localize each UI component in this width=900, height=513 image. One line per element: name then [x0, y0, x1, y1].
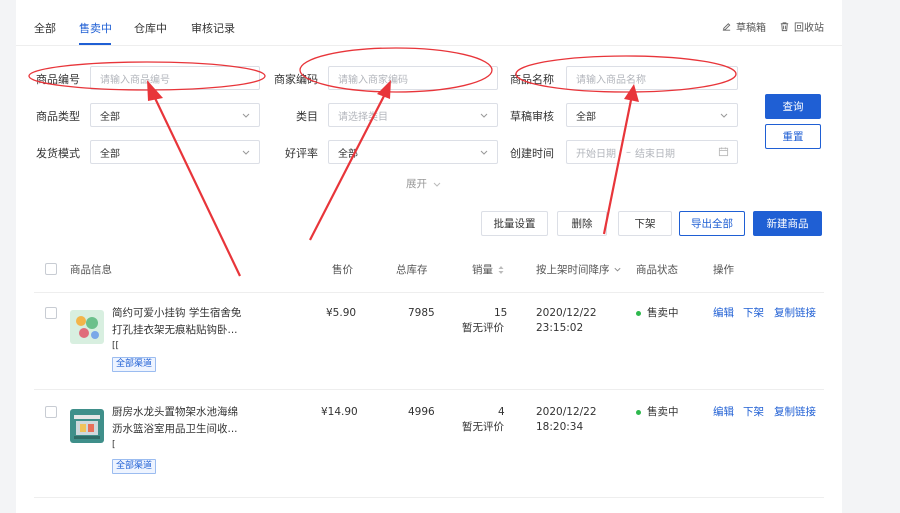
- draft-review-label: 草稿审核: [510, 110, 554, 123]
- category-label: 类目: [296, 110, 318, 123]
- draft-review-select[interactable]: 全部: [566, 103, 738, 127]
- product-thumbnail: [70, 310, 104, 344]
- expand-label: 展开: [406, 178, 427, 190]
- delete-button[interactable]: 删除: [557, 211, 607, 236]
- merchant-code-input[interactable]: 请输入商家编码: [328, 66, 498, 90]
- calendar-icon: [718, 147, 729, 157]
- column-header-sales[interactable]: 销量: [472, 262, 505, 277]
- status-label: 售卖中: [647, 406, 679, 418]
- merchant-code-label: 商家编码: [274, 73, 318, 86]
- column-header-info: 商品信息: [70, 264, 112, 276]
- reset-button[interactable]: 重置: [765, 124, 821, 149]
- price-value: ¥5.90: [326, 307, 357, 319]
- status-label: 售卖中: [647, 307, 679, 319]
- product-code-input[interactable]: 请输入商品编号: [90, 66, 260, 90]
- product-title-line1[interactable]: 简约可爱小挂钩 学生宿舍免: [112, 305, 241, 322]
- row-divider: [34, 292, 824, 293]
- offline-link[interactable]: 下架: [743, 404, 764, 419]
- product-type-label: 商品类型: [36, 110, 80, 123]
- chevron-down-icon: [433, 182, 441, 187]
- recycle-bin-label: 回收站: [794, 23, 824, 34]
- edit-link[interactable]: 编辑: [713, 404, 734, 419]
- product-code-label: 商品编号: [36, 73, 80, 86]
- product-title-line2[interactable]: 沥水篮浴室用品卫生间收...: [112, 421, 238, 438]
- row-divider: [34, 389, 824, 390]
- end-date-placeholder: 结束日期: [635, 148, 675, 160]
- new-product-button[interactable]: 新建商品: [753, 211, 822, 236]
- channel-tag: 全部渠道: [112, 357, 157, 372]
- copy-link[interactable]: 复制链接: [774, 404, 816, 419]
- drafts-label: 草稿箱: [736, 23, 766, 34]
- column-header-listed-time[interactable]: 按上架时间降序: [536, 262, 622, 277]
- listed-time-header-label: 按上架时间降序: [536, 264, 610, 276]
- chevron-down-icon: [480, 113, 488, 118]
- listed-time: 23:15:02: [536, 322, 584, 334]
- chevron-down-icon: [242, 150, 250, 155]
- listed-time: 18:20:34: [536, 421, 584, 433]
- product-name-label: 商品名称: [510, 73, 554, 86]
- chevron-down-icon: [613, 267, 621, 272]
- price-value: ¥14.90: [321, 406, 358, 418]
- column-header-stock: 总库存: [396, 264, 428, 276]
- drafts-link[interactable]: 草稿箱: [721, 19, 766, 34]
- chevron-down-icon: [242, 113, 250, 118]
- product-thumbnail: [70, 409, 104, 443]
- date-separator: –: [626, 146, 631, 158]
- product-name-input[interactable]: 请输入商品名称: [566, 66, 738, 90]
- batch-offline-button[interactable]: 下架: [618, 211, 672, 236]
- status-dot-icon: [636, 409, 641, 415]
- rating-value: 暂无评价: [462, 322, 504, 334]
- recycle-bin-link[interactable]: 回收站: [779, 19, 824, 34]
- channel-tag: 全部渠道: [112, 459, 157, 474]
- row-checkbox[interactable]: [45, 307, 57, 319]
- start-date-placeholder: 开始日期: [576, 148, 616, 160]
- column-header-price: 售价: [332, 264, 353, 276]
- tab-review-records[interactable]: 审核记录: [191, 20, 235, 36]
- status-badge: 售卖中: [636, 305, 679, 322]
- expand-toggle[interactable]: 展开: [406, 176, 442, 191]
- edit-link[interactable]: 编辑: [713, 305, 734, 320]
- export-all-button[interactable]: 导出全部: [679, 211, 745, 236]
- tab-on-sale[interactable]: 售卖中: [79, 20, 112, 36]
- edit-icon: [722, 23, 731, 31]
- copy-link[interactable]: 复制链接: [774, 305, 816, 320]
- tab-divider: [16, 45, 842, 46]
- rating-value: 暂无评价: [462, 421, 504, 433]
- stock-value: 7985: [408, 307, 435, 319]
- rating-select[interactable]: 全部: [328, 140, 498, 164]
- status-badge: 售卖中: [636, 404, 679, 421]
- batch-settings-button[interactable]: 批量设置: [481, 211, 548, 236]
- chevron-down-icon: [480, 150, 488, 155]
- main-panel: 全部 售卖中 仓库中 审核记录 草稿箱 回收站 商品编号 请输入商品编号 商家编…: [16, 0, 842, 513]
- category-select[interactable]: 请选择类目: [328, 103, 498, 127]
- product-type-select[interactable]: 全部: [90, 103, 260, 127]
- created-time-range[interactable]: 开始日期 – 结束日期: [566, 140, 738, 164]
- row-divider: [34, 497, 824, 498]
- created-time-label: 创建时间: [510, 147, 554, 160]
- chevron-down-icon: [720, 113, 728, 118]
- select-all-checkbox[interactable]: [45, 263, 57, 275]
- query-button[interactable]: 查询: [765, 94, 821, 119]
- tab-all[interactable]: 全部: [34, 20, 56, 36]
- product-extra: [[: [112, 341, 120, 351]
- stock-value: 4996: [408, 406, 435, 418]
- product-title-line1[interactable]: 厨房水龙头置物架水池海绵: [112, 404, 238, 421]
- shipping-mode-select[interactable]: 全部: [90, 140, 260, 164]
- trash-icon: [780, 22, 789, 32]
- rating-label: 好评率: [285, 147, 318, 160]
- sort-icon: [498, 265, 504, 274]
- column-header-status: 商品状态: [636, 264, 678, 276]
- row-checkbox[interactable]: [45, 406, 57, 418]
- product-extra: [: [112, 440, 116, 450]
- status-dot-icon: [636, 310, 641, 316]
- shipping-mode-label: 发货模式: [36, 147, 80, 160]
- offline-link[interactable]: 下架: [743, 305, 764, 320]
- column-header-ops: 操作: [713, 264, 734, 276]
- tab-warehouse[interactable]: 仓库中: [134, 20, 167, 36]
- product-title-line2[interactable]: 打孔挂衣架无痕粘贴钩卧...: [112, 322, 238, 339]
- sales-header-label: 销量: [472, 264, 493, 276]
